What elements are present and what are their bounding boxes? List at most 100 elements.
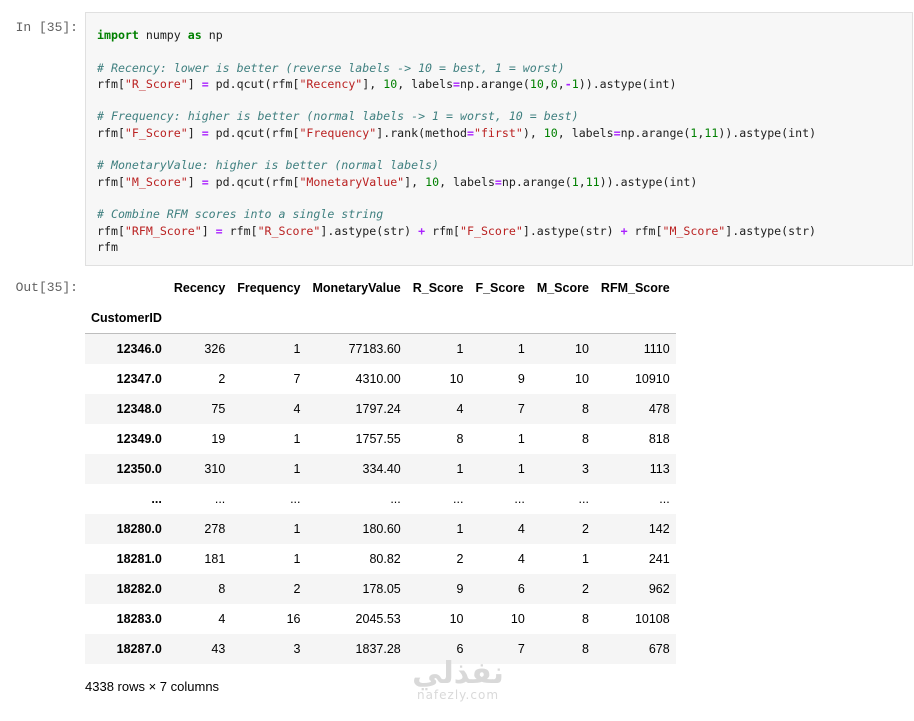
code-token: )).astype(int) — [578, 76, 677, 91]
table-cell: 2045.53 — [355, 612, 401, 626]
index-name-row: CustomerID — [85, 303, 676, 334]
code-token: , — [557, 76, 565, 91]
table-cell: 818 — [648, 432, 670, 446]
table-cell: ... — [290, 492, 301, 506]
table-cell: 1 — [456, 522, 464, 536]
code-line: rfm["R_Score"] = pd.qcut(rfm["Recency"],… — [97, 76, 816, 92]
table-cell: ... — [214, 492, 226, 506]
table-cell: 10910 — [634, 372, 670, 386]
code-token: = — [613, 125, 621, 140]
table-cell: 181 — [204, 552, 226, 566]
table-cell: 10 — [575, 342, 589, 356]
code-token: np.arange( — [460, 76, 530, 91]
code-token: ), — [522, 125, 544, 140]
table-cell: 19 — [211, 432, 226, 446]
column-header: F_Score — [475, 281, 525, 295]
table-cell: 1 — [456, 462, 464, 476]
row-index: 12350.0 — [116, 462, 162, 476]
code-token: = — [494, 174, 502, 189]
code-token: # Recency: lower is better (reverse labe… — [97, 60, 565, 75]
code-line: rfm["F_Score"] = pd.qcut(rfm["Frequency"… — [97, 125, 816, 141]
code-token: rfm — [97, 239, 118, 254]
code-token: "M_Score" — [662, 223, 726, 238]
row-index: 12348.0 — [116, 402, 162, 416]
table-row: 18280.0 278 1 180.60 1 4 2 142 — [85, 514, 676, 544]
table-cell: 9 — [517, 372, 525, 386]
table-cell: 962 — [648, 582, 670, 596]
table-cell: 278 — [204, 522, 226, 536]
code-token: )).astype(int) — [599, 174, 698, 189]
table-cell: 6 — [517, 582, 525, 596]
code-line: rfm["RFM_Score"] = rfm["R_Score"].astype… — [97, 223, 816, 239]
table-cell: 2 — [218, 372, 226, 386]
row-index: ... — [151, 492, 162, 506]
code-token: + — [620, 223, 628, 238]
column-header: R_Score — [412, 281, 464, 295]
code-token: 11 — [585, 174, 600, 189]
table-cell: 8 — [456, 432, 464, 446]
code-token: "R_Score" — [257, 223, 321, 238]
code-token: rfm[ — [97, 76, 125, 91]
table-row: 12350.0 310 1 334.40 1 1 3 113 — [85, 454, 676, 484]
table-cell: 9 — [456, 582, 464, 596]
code-token: pd.qcut(rfm[ — [208, 174, 300, 189]
table-cell: 2 — [581, 522, 589, 536]
table-cell: 10 — [449, 372, 464, 386]
code-line: rfm["M_Score"] = pd.qcut(rfm["MonetaryVa… — [97, 174, 816, 190]
table-row: 18282.0 8 2 178.05 9 6 2 962 — [85, 574, 676, 604]
table-cell: 1 — [293, 552, 301, 566]
table-row: 12346.0 326 1 77183.60 1 1 10 1110 — [85, 333, 676, 364]
code-token: , labels — [439, 174, 495, 189]
table-row: 18281.0 181 1 80.82 2 4 1 241 — [85, 544, 676, 574]
corner-cell — [85, 273, 168, 303]
code-token: - — [564, 76, 572, 91]
table-cell: 8 — [581, 432, 589, 446]
table-cell: 478 — [648, 402, 670, 416]
table-row: 18287.0 43 3 1837.28 6 7 8 678 — [85, 634, 676, 664]
table-cell: 8 — [581, 612, 589, 626]
table-cell: 10108 — [634, 612, 670, 626]
code-token: # MonetaryValue: higher is better (norma… — [97, 158, 440, 173]
code-token: "R_Score" — [124, 76, 188, 91]
code-token: ].astype(str) — [522, 223, 621, 238]
table-cell: 334.40 — [362, 462, 401, 476]
code-token: ] — [187, 76, 202, 91]
code-token: ] — [187, 125, 202, 140]
code-token: rfm[ — [97, 174, 125, 189]
table-cell: 4 — [218, 612, 226, 626]
code-line: # MonetaryValue: higher is better (norma… — [97, 157, 816, 173]
table-cell: 16 — [286, 612, 301, 626]
column-header: RFM_Score — [600, 281, 670, 295]
table-cell: 1 — [293, 342, 301, 356]
row-index: 12347.0 — [116, 372, 162, 386]
code-token: ] — [201, 223, 216, 238]
code-token: ].astype(str) — [320, 223, 419, 238]
code-token: = — [201, 76, 209, 91]
code-token: "RFM_Score" — [124, 223, 202, 238]
row-index: 18287.0 — [116, 642, 162, 656]
code-editor[interactable]: import numpy as np # Recency: lower is be… — [97, 27, 816, 255]
row-index: 12349.0 — [116, 432, 162, 446]
table-row: 12348.0 75 4 1797.24 4 7 8 478 — [85, 394, 676, 424]
code-cell[interactable]: import numpy as np # Recency: lower is be… — [85, 12, 913, 266]
column-header-row: Recency Frequency MonetaryValue R_Score F_Sc… — [85, 273, 676, 303]
input-prompt: In [35]: — [15, 20, 78, 35]
table-cell: 8 — [581, 642, 589, 656]
code-token: np.arange( — [501, 174, 572, 189]
code-token: 10 — [383, 76, 398, 91]
row-index: 18283.0 — [116, 612, 162, 626]
index-row-filler — [167, 303, 676, 334]
table-cell: 178.05 — [362, 582, 401, 596]
code-token: ].rank(method — [376, 125, 467, 140]
table-cell: 310 — [204, 462, 226, 476]
code-line: import numpy as np — [97, 27, 816, 43]
code-token: = — [201, 125, 209, 140]
table-cell: 2 — [293, 582, 301, 596]
code-token: pd.qcut(rfm[ — [208, 125, 300, 140]
code-token: , — [578, 174, 586, 189]
code-token: rfm[ — [627, 223, 663, 238]
table-cell: 1837.28 — [355, 642, 401, 656]
table-cell: 1 — [456, 342, 464, 356]
